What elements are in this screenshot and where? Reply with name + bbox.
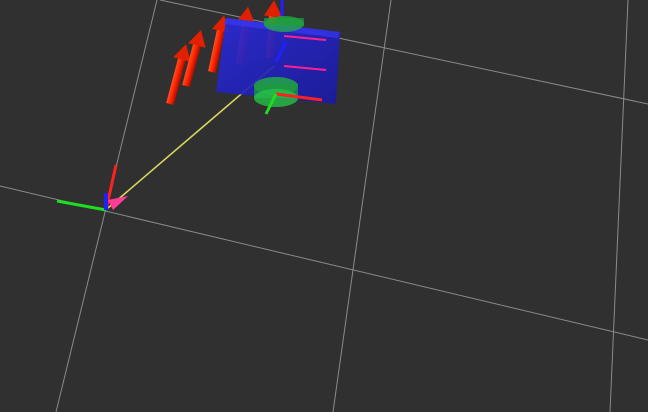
world-frame-axes-icon[interactable] xyxy=(56,164,118,212)
grid-line xyxy=(609,0,629,412)
robot-wheel-top xyxy=(264,16,304,32)
pose-arrow-head xyxy=(108,196,128,210)
pose-arrow-icon[interactable] xyxy=(108,196,128,210)
scene-canvas[interactable] xyxy=(0,0,648,412)
world-y-axis xyxy=(56,199,107,212)
grid-line xyxy=(332,0,392,412)
robot-wheel-bottom xyxy=(254,77,298,107)
3d-viewport[interactable] xyxy=(0,0,648,412)
